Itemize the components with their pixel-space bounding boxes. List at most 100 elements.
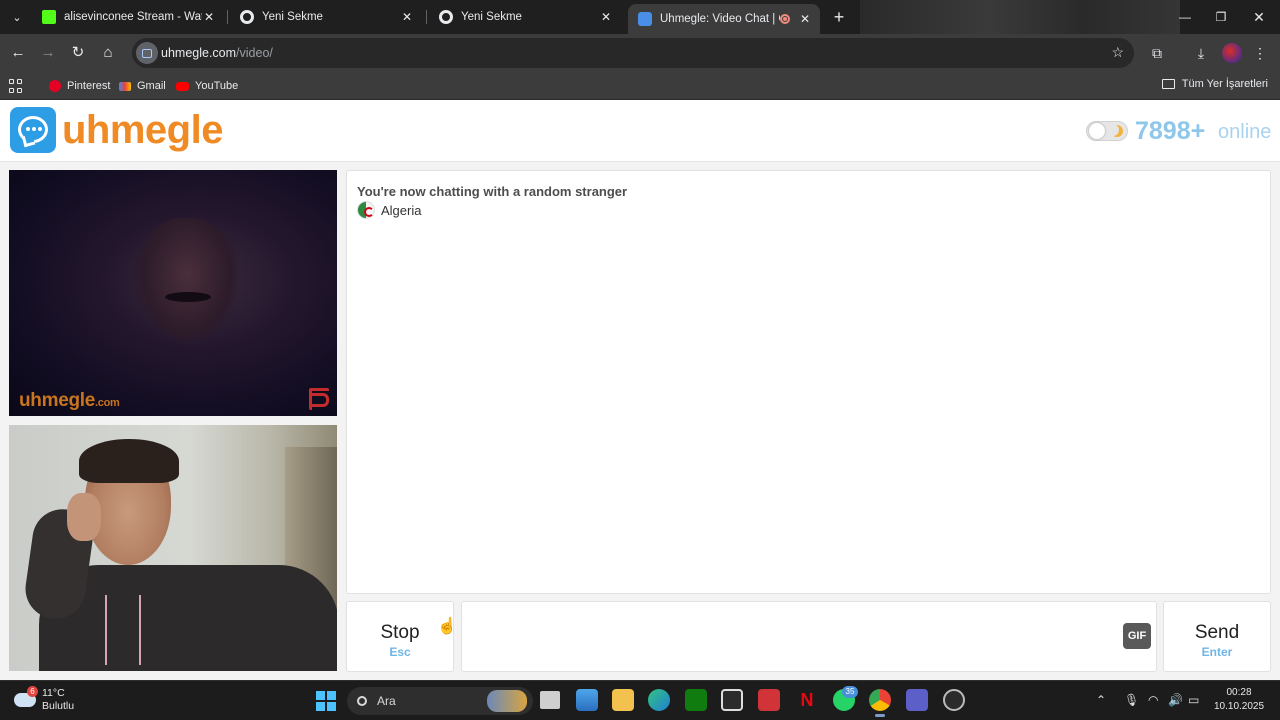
tab-close-icon[interactable]: ✕ bbox=[599, 10, 613, 24]
close-window-icon[interactable]: ✕ bbox=[1236, 0, 1280, 34]
apps-grid-icon[interactable] bbox=[9, 79, 23, 93]
tab-kick-stream[interactable]: alisevinconee Stream - Watch Li ✕ bbox=[32, 4, 224, 30]
bookmark-pinterest[interactable]: Pinterest bbox=[49, 78, 110, 94]
search-icon bbox=[357, 696, 367, 706]
tab-new-tab-1[interactable]: Yeni Sekme ✕ bbox=[230, 4, 422, 30]
stop-shortcut: Esc bbox=[389, 645, 411, 659]
task-view-icon[interactable] bbox=[540, 691, 560, 709]
file-explorer-icon[interactable] bbox=[612, 689, 634, 711]
search-placeholder: Ara bbox=[377, 694, 396, 708]
self-hair bbox=[79, 439, 179, 483]
chat-bubble-logo-icon[interactable] bbox=[10, 107, 56, 153]
send-shortcut: Enter bbox=[1201, 645, 1233, 659]
home-icon[interactable]: ⌂ bbox=[97, 42, 119, 64]
site-info-icon[interactable] bbox=[136, 42, 158, 64]
all-bookmarks-button[interactable]: Tüm Yer İşaretleri bbox=[1161, 78, 1268, 90]
url-text[interactable]: uhmegle.com/video/ bbox=[161, 46, 273, 60]
message-input[interactable] bbox=[461, 601, 1157, 672]
chat-status-text: You're now chatting with a random strang… bbox=[357, 184, 628, 199]
folder-icon bbox=[1161, 79, 1175, 89]
edge-icon[interactable] bbox=[648, 689, 670, 711]
dark-mode-toggle[interactable] bbox=[1086, 121, 1128, 141]
tab-divider bbox=[426, 10, 427, 24]
bookmark-star-icon[interactable]: ☆ bbox=[1111, 44, 1124, 61]
tab-title: alisevinconee Stream - Watch Li bbox=[64, 11, 202, 23]
weather-badge: 6 bbox=[27, 686, 38, 697]
valorant-icon[interactable] bbox=[721, 689, 743, 711]
xbox-icon[interactable] bbox=[685, 689, 707, 711]
bookmark-gmail[interactable]: Gmail bbox=[119, 78, 166, 94]
weather-desc: Bulutlu bbox=[42, 700, 75, 712]
weather-temp: 11°C bbox=[42, 687, 65, 699]
tab-uhmegle-active[interactable]: Uhmegle: Video Chat | Omeg ✕ bbox=[628, 4, 820, 34]
send-button[interactable]: Send Enter bbox=[1163, 601, 1271, 672]
teams-icon[interactable] bbox=[906, 689, 928, 711]
bookmark-label: YouTube bbox=[195, 80, 239, 92]
netflix-icon[interactable]: N bbox=[796, 689, 818, 711]
site-header: uhmegle 7898+ online bbox=[0, 100, 1280, 162]
tab-close-icon[interactable]: ✕ bbox=[202, 10, 216, 24]
gmail-icon bbox=[119, 81, 131, 91]
tab-title: Yeni Sekme bbox=[262, 11, 323, 23]
volume-icon[interactable]: 🔊 bbox=[1168, 693, 1183, 707]
chrome-icon[interactable] bbox=[869, 689, 891, 717]
profile-avatar[interactable] bbox=[1222, 43, 1242, 63]
whatsapp-unread-badge: 35 bbox=[842, 686, 858, 698]
windows-taskbar: 6 11°C Bulutlu Ara N ⌃ 🎙 ◠ 🔊 ▭ 00:28 10.… bbox=[0, 680, 1280, 720]
new-tab-button[interactable]: + bbox=[828, 6, 850, 28]
show-hidden-icons-chevron-icon[interactable]: ⌃ bbox=[1096, 693, 1106, 707]
tab-close-icon[interactable]: ✕ bbox=[400, 10, 414, 24]
self-video bbox=[9, 425, 337, 671]
forward-arrow-icon[interactable]: → bbox=[37, 42, 59, 64]
start-windows-icon[interactable] bbox=[316, 691, 336, 711]
tab-new-tab-2[interactable]: Yeni Sekme ✕ bbox=[429, 4, 621, 30]
gaming-app-icon[interactable] bbox=[758, 689, 780, 711]
chrome-favicon-icon bbox=[439, 10, 453, 24]
stranger-face bbox=[135, 218, 239, 344]
hoodie-drawstring bbox=[105, 595, 107, 665]
browser-tab-strip: ⌄ alisevinconee Stream - Watch Li ✕ Yeni… bbox=[0, 0, 1280, 34]
stranger-video[interactable]: uhmegle.com bbox=[9, 170, 337, 416]
youtube-icon bbox=[176, 81, 189, 91]
kick-favicon-icon bbox=[42, 10, 56, 24]
chat-log[interactable]: You're now chatting with a random strang… bbox=[346, 170, 1271, 594]
tab-title: Yeni Sekme bbox=[461, 11, 522, 23]
steam-icon[interactable] bbox=[943, 689, 965, 711]
extensions-icon[interactable]: ⧉ bbox=[1146, 42, 1168, 64]
search-highlight-image bbox=[487, 690, 527, 712]
microsoft-store-icon[interactable] bbox=[576, 689, 598, 711]
pinterest-icon bbox=[49, 80, 61, 92]
report-flag-icon[interactable] bbox=[309, 388, 329, 410]
wifi-icon[interactable]: ◠ bbox=[1148, 693, 1158, 707]
reload-icon[interactable]: ↻ bbox=[67, 42, 89, 64]
video-watermark: uhmegle.com bbox=[19, 390, 120, 411]
tab-search-chevron-icon[interactable]: ⌄ bbox=[6, 6, 28, 28]
bookmark-label: Pinterest bbox=[67, 80, 111, 92]
stop-button[interactable]: Stop Esc bbox=[346, 601, 454, 672]
self-hand bbox=[67, 493, 101, 541]
tab-strip-background bbox=[860, 0, 1180, 34]
taskbar-search[interactable]: Ara bbox=[347, 687, 533, 715]
all-bookmarks-label: Tüm Yer İşaretleri bbox=[1181, 78, 1268, 90]
algeria-flag-icon bbox=[357, 201, 375, 219]
site-logo-text[interactable]: uhmegle bbox=[62, 106, 223, 154]
download-icon[interactable]: ⤓ bbox=[1190, 42, 1212, 64]
system-clock[interactable]: 00:28 10.10.2025 bbox=[1214, 686, 1264, 714]
tab-title: Uhmegle: Video Chat | Omeg bbox=[660, 13, 780, 25]
address-bar[interactable]: uhmegle.com/video/ ☆ bbox=[132, 38, 1134, 68]
bookmarks-bar: Pinterest Gmail YouTube Tüm Yer İşaretle… bbox=[0, 72, 1280, 100]
recording-indicator-icon bbox=[780, 14, 790, 24]
battery-icon[interactable]: ▭ bbox=[1188, 693, 1199, 707]
gif-button[interactable]: GIF bbox=[1123, 623, 1151, 649]
tab-divider bbox=[227, 10, 228, 24]
online-count: 7898+ bbox=[1135, 117, 1206, 145]
menu-kebab-icon[interactable]: ⋮ bbox=[1249, 42, 1271, 64]
microphone-icon[interactable]: 🎙 bbox=[1124, 693, 1139, 707]
clock-time: 00:28 bbox=[1226, 687, 1252, 698]
cloud-icon: 6 bbox=[14, 686, 38, 707]
weather-widget[interactable]: 6 11°C Bulutlu bbox=[14, 686, 75, 713]
tab-close-icon[interactable]: ✕ bbox=[798, 12, 812, 26]
bookmark-youtube[interactable]: YouTube bbox=[176, 78, 238, 94]
back-arrow-icon[interactable]: ← bbox=[7, 42, 29, 64]
moon-icon bbox=[1111, 125, 1123, 137]
